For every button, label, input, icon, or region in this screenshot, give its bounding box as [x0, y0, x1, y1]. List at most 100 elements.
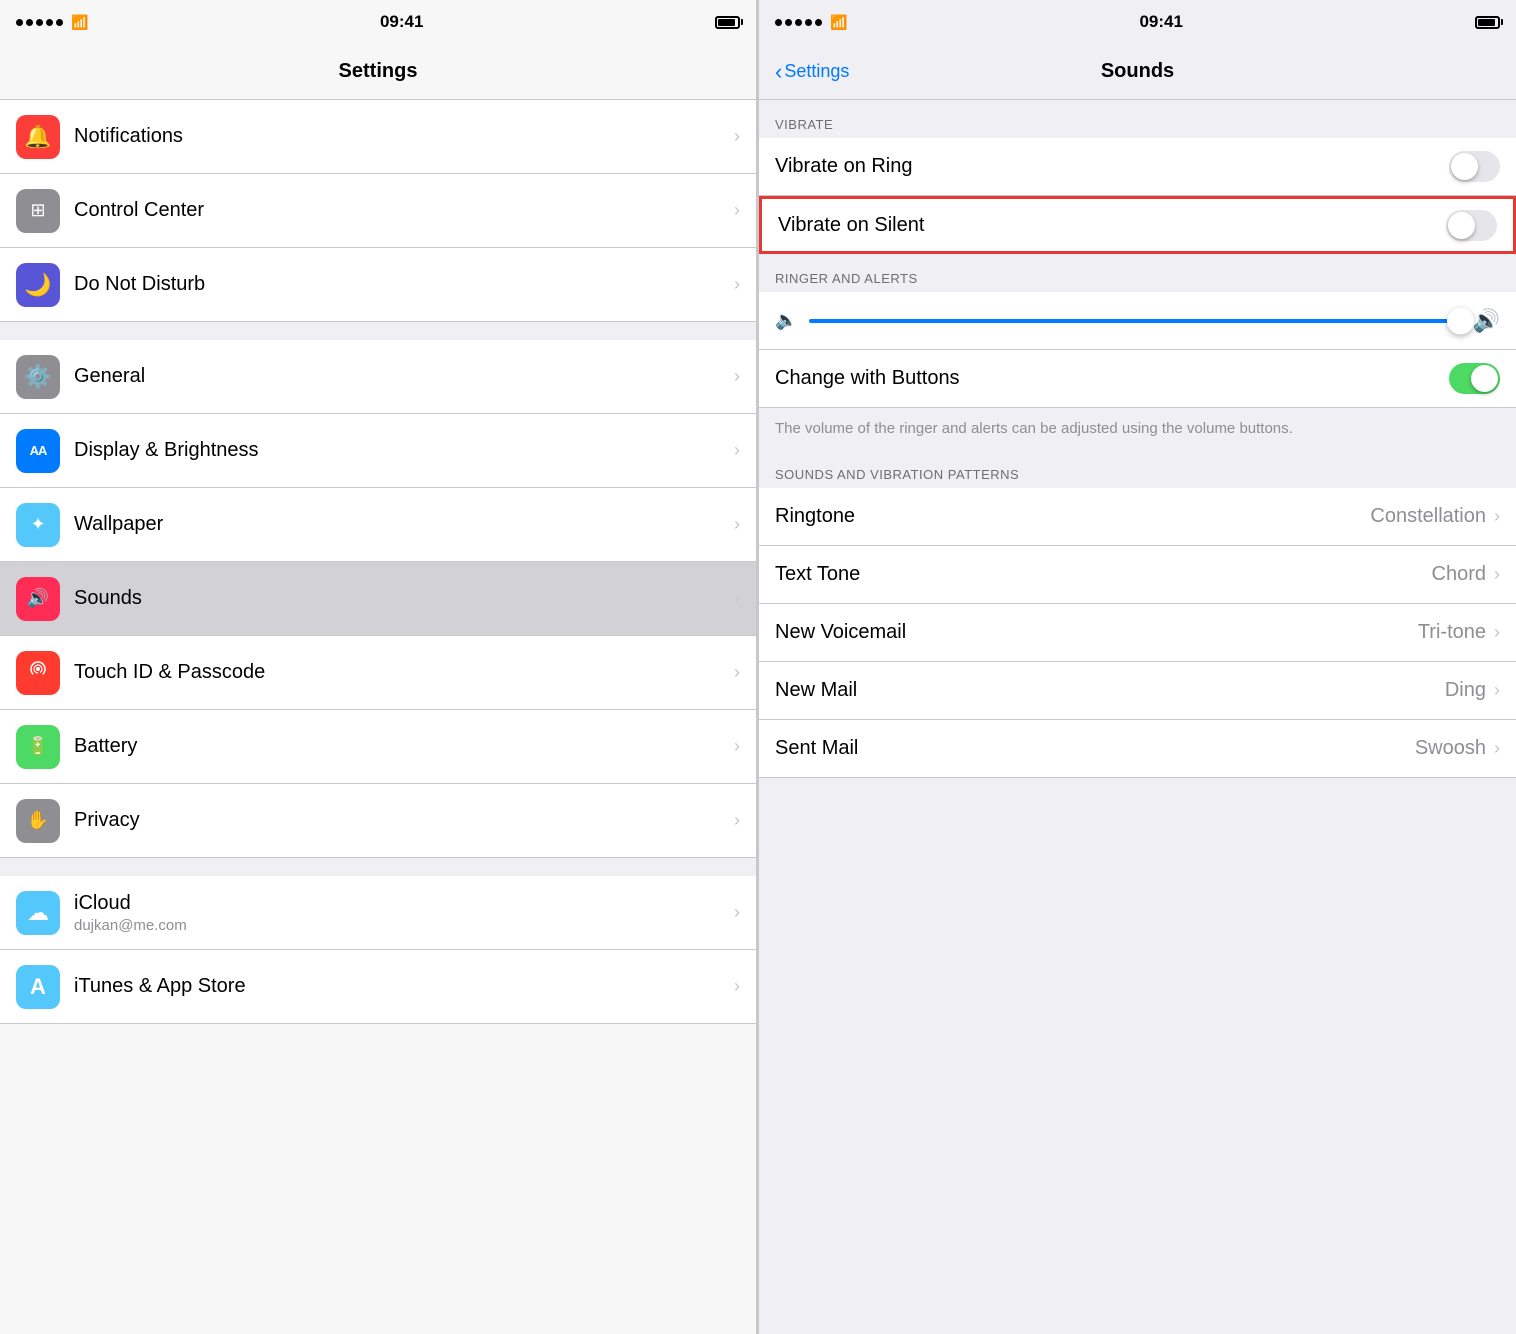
sidebar-item-privacy[interactable]: ✋ Privacy › — [0, 784, 756, 858]
wallpaper-text: Wallpaper — [74, 513, 734, 536]
sidebar-item-battery[interactable]: 🔋 Battery › — [0, 710, 756, 784]
left-time: 09:41 — [380, 12, 423, 32]
volume-low-icon: 🔈 — [775, 310, 797, 331]
vibrate-ring-label: Vibrate on Ring — [775, 155, 1449, 178]
new-mail-chevron: › — [1494, 680, 1500, 701]
right-status-left: 📶 — [775, 14, 847, 31]
fingerprint-svg — [26, 661, 50, 685]
right-status-right — [1475, 16, 1500, 29]
sounds-content: VIBRATE Vibrate on Ring Vibrate on Silen… — [759, 100, 1516, 1334]
general-text: General — [74, 365, 734, 388]
display-text: Display & Brightness — [74, 439, 734, 462]
touch-id-label: Touch ID & Passcode — [74, 661, 734, 684]
sidebar-item-do-not-disturb[interactable]: 🌙 Do Not Disturb › — [0, 248, 756, 322]
back-chevron-icon: ‹ — [775, 59, 782, 85]
sounds-patterns-section: Ringtone Constellation › Text Tone Chord… — [759, 488, 1516, 778]
privacy-text: Privacy — [74, 809, 734, 832]
new-mail-value: Ding — [1445, 679, 1486, 702]
wallpaper-chevron: › — [734, 514, 740, 535]
vibrate-ring-row[interactable]: Vibrate on Ring — [759, 138, 1516, 196]
icloud-text: iCloud dujkan@me.com — [74, 892, 734, 934]
change-buttons-toggle[interactable] — [1449, 363, 1500, 394]
display-icon: AA — [16, 429, 60, 473]
ringtone-label: Ringtone — [775, 505, 1370, 528]
privacy-label: Privacy — [74, 809, 734, 832]
wallpaper-icon: ✦ — [16, 503, 60, 547]
sent-mail-chevron: › — [1494, 738, 1500, 759]
sent-mail-label: Sent Mail — [775, 737, 1415, 760]
group-3: ☁ iCloud dujkan@me.com › A iTunes & App … — [0, 876, 756, 1024]
do-not-disturb-text: Do Not Disturb — [74, 273, 734, 296]
icloud-sublabel: dujkan@me.com — [74, 917, 734, 934]
text-tone-chevron: › — [1494, 564, 1500, 585]
sidebar-item-notifications[interactable]: 🔔 Notifications › — [0, 100, 756, 174]
wifi-icon: 📶 — [71, 14, 88, 31]
right-status-bar: 📶 09:41 — [759, 0, 1516, 44]
right-wifi-icon: 📶 — [830, 14, 847, 31]
new-voicemail-row[interactable]: New Voicemail Tri-tone › — [759, 604, 1516, 662]
vibrate-silent-toggle-thumb — [1448, 212, 1475, 239]
sidebar-item-general[interactable]: ⚙️ General › — [0, 340, 756, 414]
itunes-chevron: › — [734, 976, 740, 997]
volume-slider-thumb — [1447, 307, 1474, 334]
vibrate-section-header: VIBRATE — [759, 100, 1516, 138]
sidebar-item-itunes[interactable]: A iTunes & App Store › — [0, 950, 756, 1024]
signal-dots — [16, 19, 63, 26]
right-battery-icon — [1475, 16, 1500, 29]
sidebar-item-display[interactable]: AA Display & Brightness › — [0, 414, 756, 488]
vibrate-silent-toggle[interactable] — [1446, 210, 1497, 241]
text-tone-row[interactable]: Text Tone Chord › — [759, 546, 1516, 604]
display-label: Display & Brightness — [74, 439, 734, 462]
battery-label: Battery — [74, 735, 734, 758]
group-gap-1 — [0, 322, 756, 340]
new-voicemail-chevron: › — [1494, 622, 1500, 643]
sent-mail-row[interactable]: Sent Mail Swoosh › — [759, 720, 1516, 778]
notifications-chevron: › — [734, 126, 740, 147]
left-status-bar: 📶 09:41 — [0, 0, 756, 44]
notifications-label: Notifications — [74, 125, 734, 148]
icloud-chevron: › — [734, 902, 740, 923]
vibrate-section: Vibrate on Ring Vibrate on Silent — [759, 138, 1516, 254]
touch-id-chevron: › — [734, 662, 740, 683]
sounds-patterns-header: SOUNDS AND VIBRATION PATTERNS — [759, 450, 1516, 488]
general-icon: ⚙️ — [16, 355, 60, 399]
right-panel: 📶 09:41 ‹ Settings Sounds VIBRATE Vibrat… — [759, 0, 1516, 1334]
sounds-patterns-header-text: SOUNDS AND VIBRATION PATTERNS — [775, 467, 1019, 482]
sidebar-item-wallpaper[interactable]: ✦ Wallpaper › — [0, 488, 756, 562]
vibrate-ring-toggle[interactable] — [1449, 151, 1500, 182]
sounds-text: Sounds — [74, 587, 734, 610]
new-mail-label: New Mail — [775, 679, 1445, 702]
right-signal-dot-1 — [775, 19, 782, 26]
ringtone-value: Constellation — [1370, 505, 1486, 528]
vibrate-silent-label: Vibrate on Silent — [778, 214, 1446, 237]
sidebar-item-touch-id[interactable]: Touch ID & Passcode › — [0, 636, 756, 710]
ringtone-row[interactable]: Ringtone Constellation › — [759, 488, 1516, 546]
signal-dot-1 — [16, 19, 23, 26]
icloud-label: iCloud — [74, 892, 734, 915]
right-signal-dot-2 — [785, 19, 792, 26]
back-button[interactable]: ‹ Settings — [775, 59, 849, 85]
sent-mail-value: Swoosh — [1415, 737, 1486, 760]
change-buttons-row[interactable]: Change with Buttons — [759, 350, 1516, 408]
sidebar-item-icloud[interactable]: ☁ iCloud dujkan@me.com › — [0, 876, 756, 950]
vibrate-header-text: VIBRATE — [775, 117, 833, 132]
itunes-label: iTunes & App Store — [74, 975, 734, 998]
sidebar-item-sounds[interactable]: 🔊 Sounds › — [0, 562, 756, 636]
ringer-header-text: RINGER AND ALERTS — [775, 271, 918, 286]
left-status-right — [715, 16, 740, 29]
right-battery-fill — [1478, 19, 1495, 26]
sidebar-item-control-center[interactable]: ⊞ Control Center › — [0, 174, 756, 248]
volume-slider-track[interactable] — [809, 319, 1460, 323]
signal-dot-5 — [56, 19, 63, 26]
group-gap-2 — [0, 858, 756, 876]
left-page-title: Settings — [339, 60, 418, 83]
privacy-icon: ✋ — [16, 799, 60, 843]
new-mail-row[interactable]: New Mail Ding › — [759, 662, 1516, 720]
change-buttons-toggle-thumb — [1471, 365, 1498, 392]
control-center-label: Control Center — [74, 199, 734, 222]
ringer-section-header: RINGER AND ALERTS — [759, 254, 1516, 292]
signal-dot-3 — [36, 19, 43, 26]
vibrate-silent-row[interactable]: Vibrate on Silent — [759, 196, 1516, 254]
sounds-chevron: › — [734, 588, 740, 609]
itunes-text: iTunes & App Store — [74, 975, 734, 998]
